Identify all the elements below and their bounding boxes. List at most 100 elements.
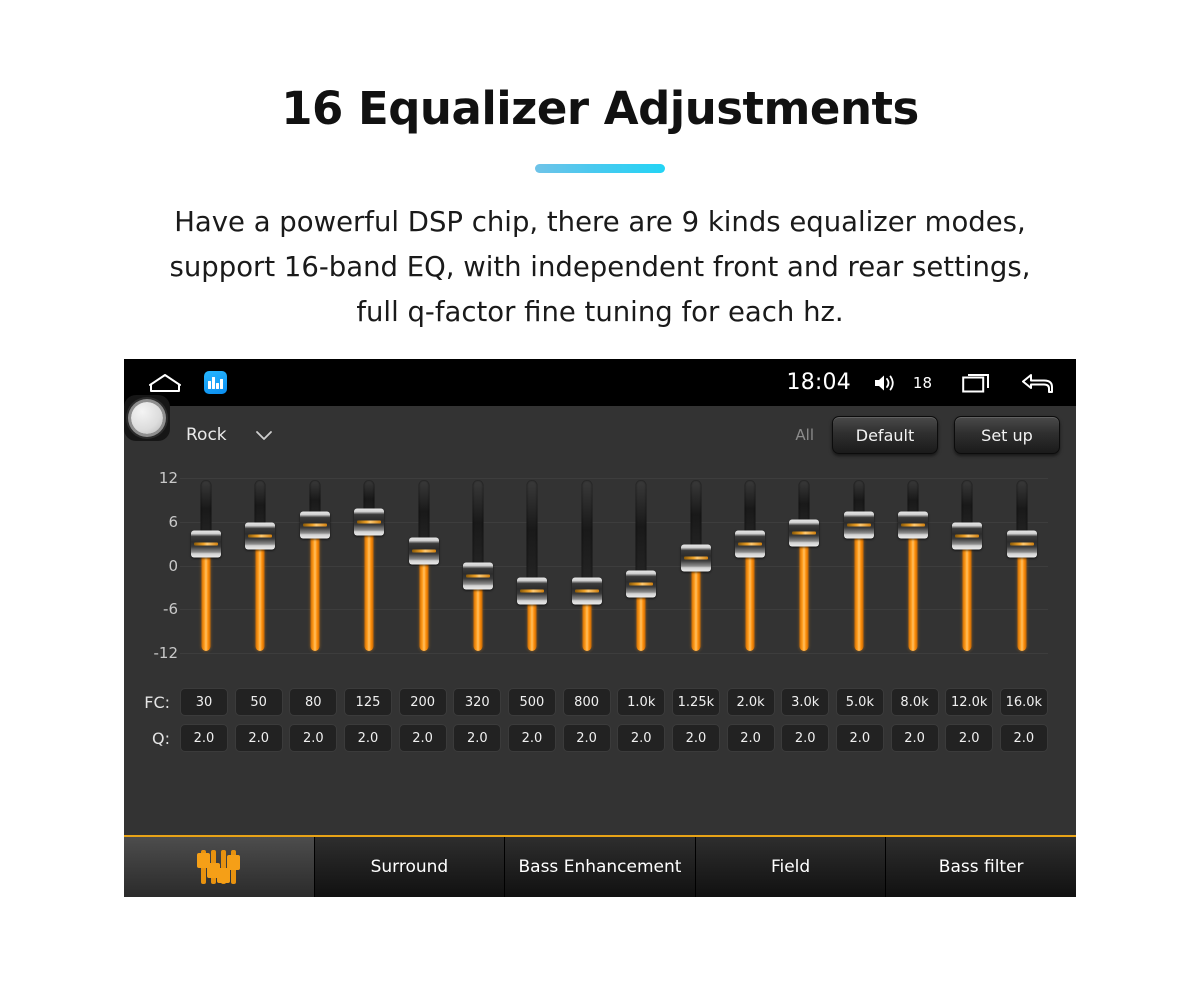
q-cell[interactable]: 2.0 (835, 724, 884, 752)
slider-thumb[interactable] (843, 511, 874, 539)
y-axis-tick: -12 (153, 644, 179, 662)
fc-row: FC: 30 50 80 125 200 320 500 800 1.0k 1.25k 2.0k 3.… (124, 686, 1076, 718)
fc-cell[interactable]: 125 (343, 688, 392, 716)
slider-thumb[interactable] (408, 537, 439, 565)
slider-thumb[interactable] (952, 522, 983, 550)
slider-thumb[interactable] (245, 522, 276, 550)
fc-cell[interactable]: 30 (180, 688, 228, 716)
q-cell[interactable]: 2.0 (343, 724, 392, 752)
volume-icon[interactable] (873, 373, 897, 393)
slider-track-filled (310, 525, 320, 651)
slider-thumb[interactable] (789, 519, 820, 547)
q-cell[interactable]: 2.0 (617, 724, 666, 752)
fc-cell[interactable]: 200 (398, 688, 447, 716)
band-slider[interactable] (724, 468, 776, 676)
fc-cell[interactable]: 1.25k (671, 688, 720, 716)
tab-surround[interactable]: Surround (314, 837, 506, 897)
q-cell[interactable]: 2.0 (890, 724, 939, 752)
slider-thumb[interactable] (191, 530, 221, 558)
band-slider[interactable] (941, 468, 993, 676)
y-axis-labels: 12 6 0 -6 -12 (124, 468, 184, 676)
fc-cell[interactable]: 50 (234, 688, 283, 716)
band-slider[interactable] (180, 468, 232, 676)
fc-cell[interactable]: 800 (562, 688, 611, 716)
q-cell[interactable]: 2.0 (562, 724, 611, 752)
fc-cell[interactable]: 500 (507, 688, 556, 716)
preset-name[interactable]: Rock (186, 425, 227, 445)
q-cell[interactable]: 2.0 (180, 724, 228, 752)
back-icon[interactable] (1014, 371, 1054, 395)
slider-track-filled (908, 525, 918, 651)
fc-cell[interactable]: 3.0k (781, 688, 830, 716)
band-slider[interactable] (343, 468, 395, 676)
y-axis-tick: 6 (168, 512, 178, 531)
fc-row-label: FC: (144, 692, 170, 712)
y-axis-tick: 0 (168, 556, 178, 575)
band-slider[interactable] (452, 468, 504, 676)
tab-equalizer[interactable] (124, 837, 315, 897)
band-slider[interactable] (234, 468, 286, 676)
fc-cell[interactable]: 8.0k (890, 688, 939, 716)
fc-cell[interactable]: 1.0k (617, 688, 666, 716)
slider-thumb[interactable] (571, 577, 602, 605)
promo-subtitle-line-2: support 16-band EQ, with independent fro… (169, 251, 1031, 283)
tab-field[interactable]: Field (695, 837, 887, 897)
band-slider[interactable] (615, 468, 667, 676)
slider-thumb[interactable] (299, 511, 330, 539)
q-cell[interactable]: 2.0 (398, 724, 447, 752)
fc-cell[interactable]: 320 (453, 688, 502, 716)
android-status-bar: 18:04 18 (124, 359, 1076, 406)
q-cell[interactable]: 2.0 (453, 724, 502, 752)
q-cell[interactable]: 2.0 (999, 724, 1048, 752)
all-label[interactable]: All (795, 426, 814, 444)
band-slider[interactable] (833, 468, 885, 676)
band-slider[interactable] (398, 468, 450, 676)
default-button[interactable]: Default (832, 416, 938, 454)
slider-thumb[interactable] (462, 562, 493, 590)
fc-cell[interactable]: 5.0k (835, 688, 884, 716)
tab-label: Bass filter (938, 857, 1024, 877)
q-cell[interactable]: 2.0 (671, 724, 720, 752)
band-slider[interactable] (506, 468, 558, 676)
slider-thumb[interactable] (626, 570, 657, 598)
fc-cell[interactable]: 12.0k (945, 688, 994, 716)
chevron-down-icon[interactable] (227, 430, 273, 441)
band-slider[interactable] (887, 468, 939, 676)
band-slider[interactable] (289, 468, 341, 676)
q-cell[interactable]: 2.0 (781, 724, 830, 752)
fc-cell[interactable]: 16.0k (999, 688, 1048, 716)
q-row: Q: 2.0 2.0 2.0 2.0 2.0 2.0 2.0 2.0 2.0 2.0 2.0 2.0 2… (124, 722, 1076, 754)
volume-level: 18 (912, 373, 932, 392)
home-icon[interactable] (148, 373, 182, 393)
slider-thumb[interactable] (354, 508, 385, 536)
q-cell[interactable]: 2.0 (289, 724, 338, 752)
rotary-knob[interactable] (124, 395, 170, 441)
q-cell[interactable]: 2.0 (507, 724, 556, 752)
slider-thumb[interactable] (1006, 530, 1037, 558)
device-screenshot: 18:04 18 Rock All Default Set up 12 6 0 -6 -… (124, 359, 1076, 897)
band-slider[interactable] (561, 468, 613, 676)
slider-track-filled (691, 558, 701, 651)
band-slider[interactable] (996, 468, 1048, 676)
slider-track-filled (419, 550, 429, 651)
fc-cell[interactable]: 2.0k (726, 688, 775, 716)
q-cell[interactable]: 2.0 (726, 724, 775, 752)
fc-cell[interactable]: 80 (289, 688, 338, 716)
slider-track-unfilled (526, 480, 538, 592)
band-slider[interactable] (778, 468, 830, 676)
q-cell[interactable]: 2.0 (945, 724, 994, 752)
q-cell[interactable]: 2.0 (234, 724, 283, 752)
slider-thumb[interactable] (734, 530, 765, 558)
setup-button[interactable]: Set up (954, 416, 1060, 454)
tab-bass-filter[interactable]: Bass filter (886, 837, 1076, 897)
band-slider[interactable] (670, 468, 722, 676)
slider-track-filled (201, 543, 211, 651)
equalizer-app-icon[interactable] (204, 371, 227, 394)
slider-thumb[interactable] (680, 544, 711, 572)
slider-track-filled (854, 525, 864, 651)
tab-bass-enhancement[interactable]: Bass Enhancement (505, 837, 696, 897)
slider-thumb[interactable] (898, 511, 929, 539)
slider-track-filled (799, 532, 809, 651)
slider-thumb[interactable] (517, 577, 548, 605)
recents-icon[interactable] (954, 372, 992, 394)
